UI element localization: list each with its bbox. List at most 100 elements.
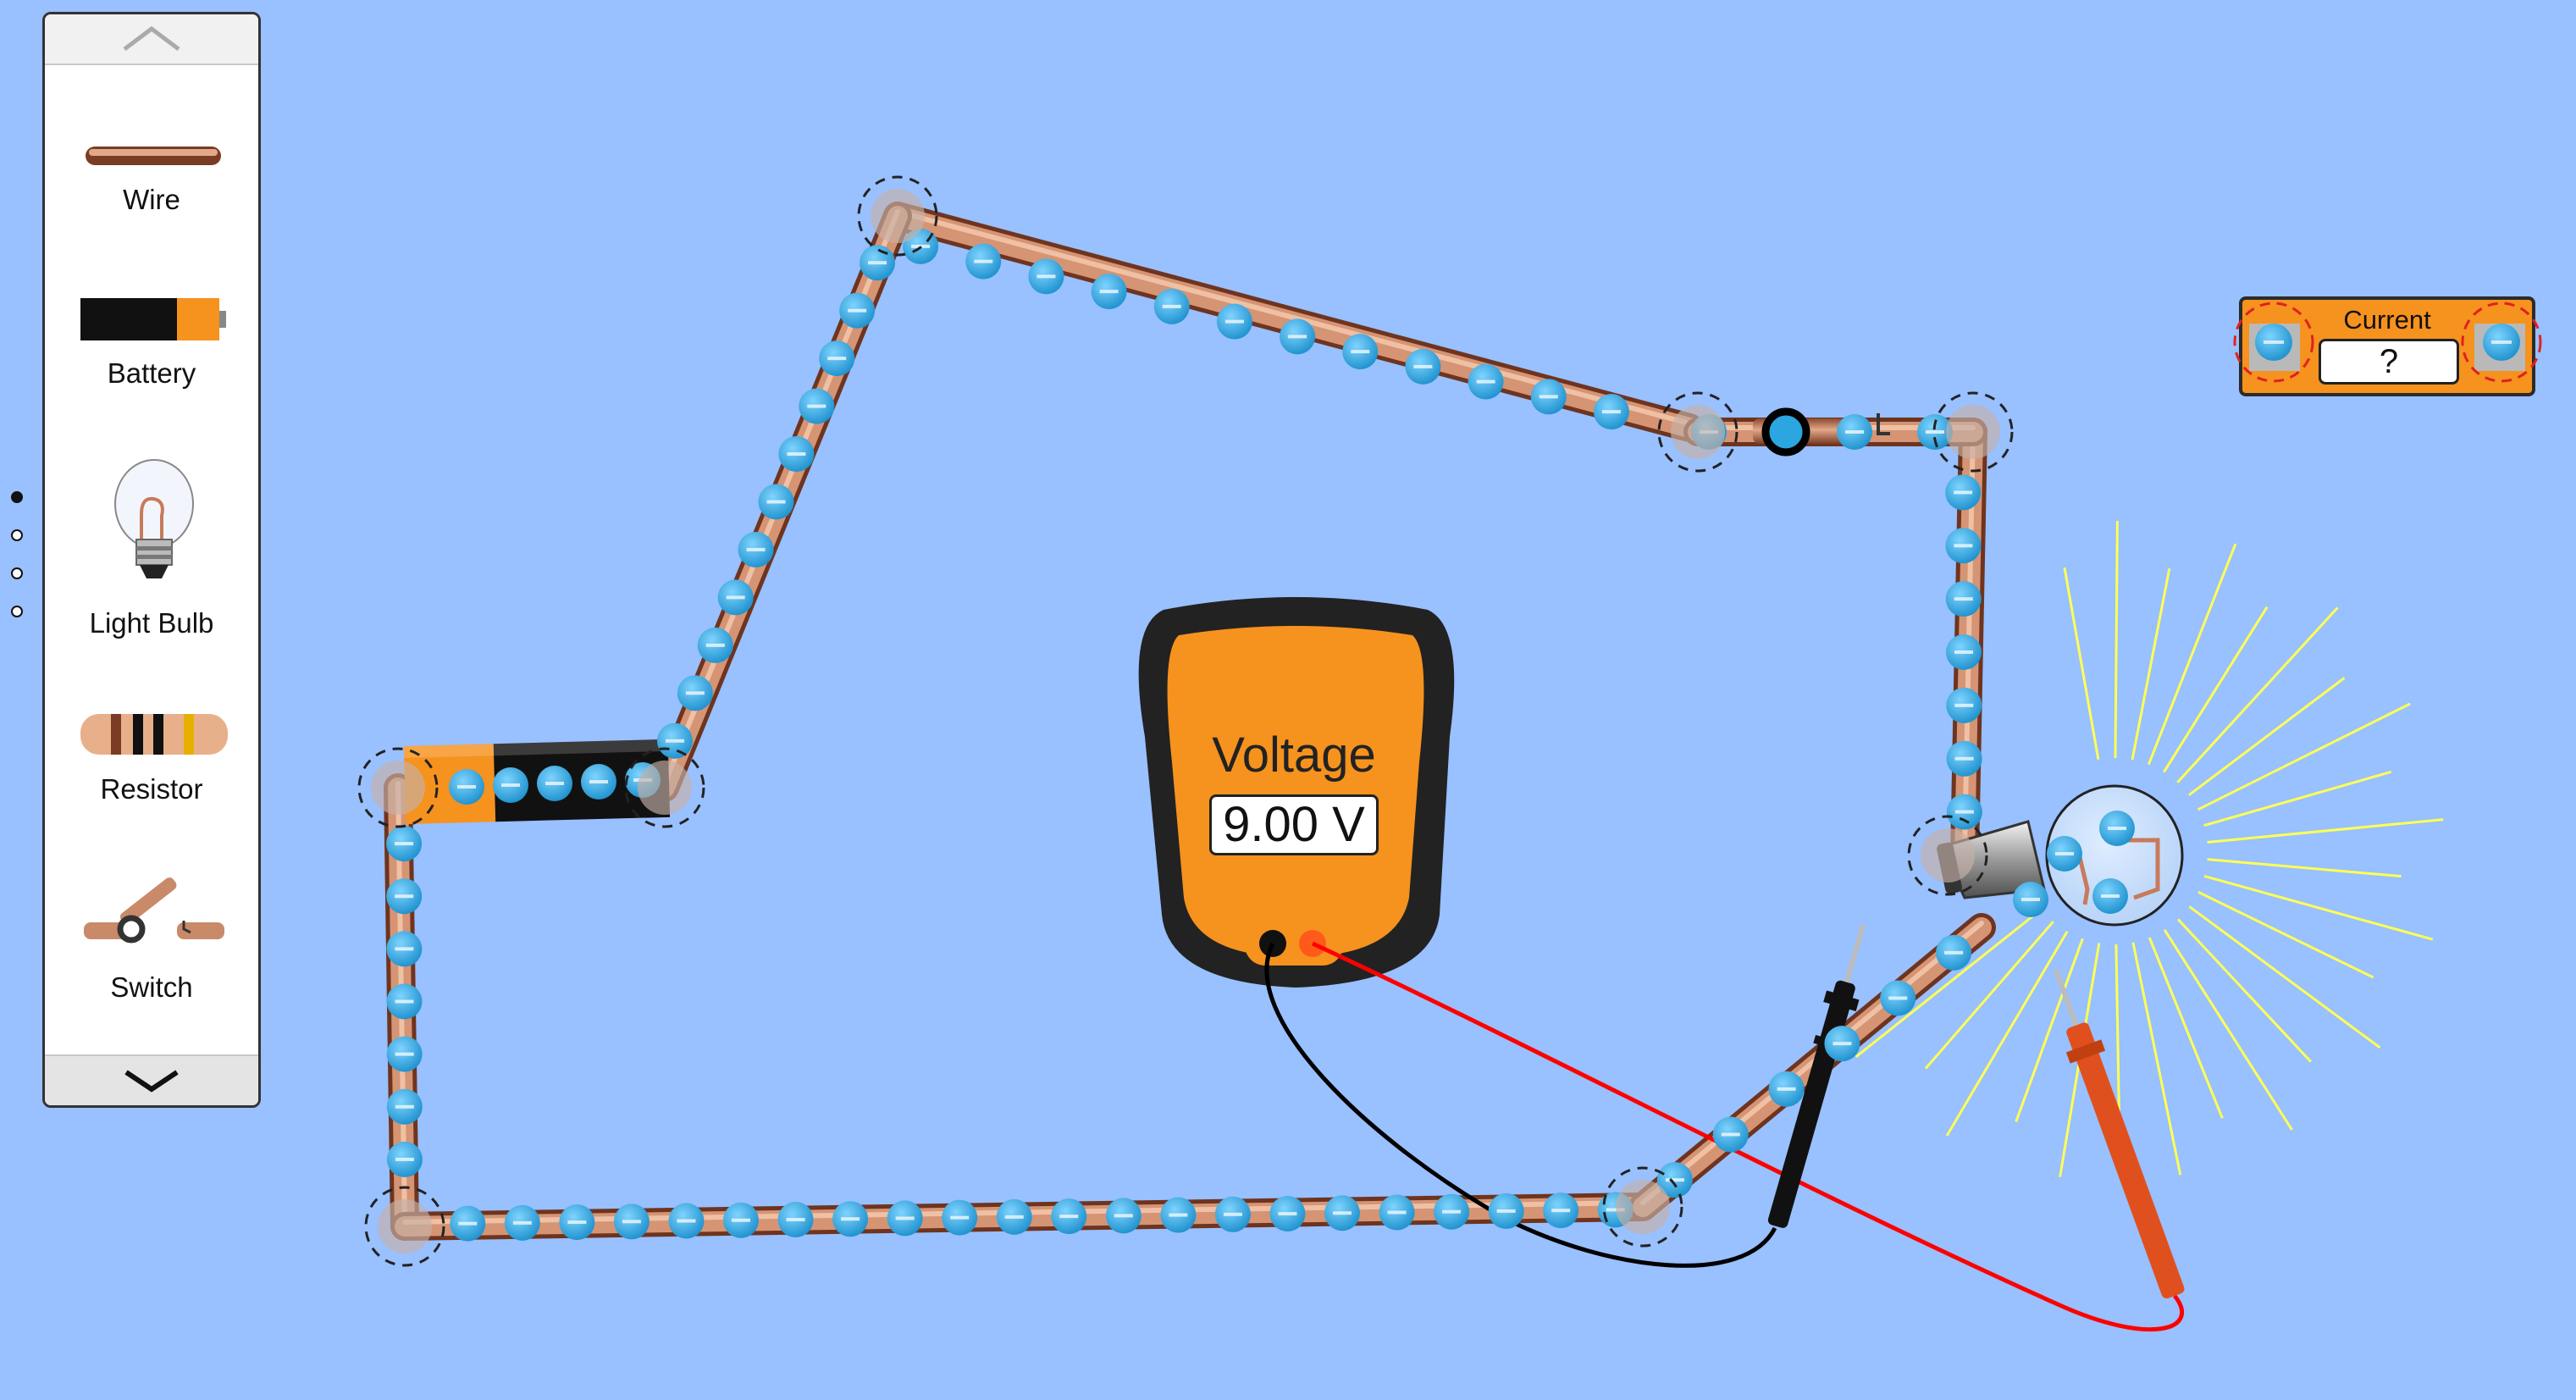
electron-charge-sign <box>1954 544 1973 548</box>
page-dot[interactable] <box>11 606 23 617</box>
electron-charge-sign <box>545 782 564 785</box>
electron-charge-sign <box>868 261 887 265</box>
electron-charge-sign <box>2101 894 2120 898</box>
light-ray <box>2063 567 2100 760</box>
electron-charge-sign <box>1496 1209 1516 1213</box>
page-indicator <box>11 491 31 644</box>
page-dot[interactable] <box>11 491 23 503</box>
electron-charge-sign <box>1954 703 1974 707</box>
electron-charge-sign <box>1954 490 1973 495</box>
toolbox-item-label: Light Bulb <box>89 607 214 639</box>
toolbox-item-switch[interactable]: Switch <box>45 877 258 1012</box>
wire-icon <box>86 147 221 165</box>
toolbox-scroll-down-button[interactable] <box>45 1054 258 1105</box>
electron-charge-sign <box>395 1157 414 1161</box>
electron-charge-sign <box>501 783 520 787</box>
light-ray <box>2131 567 2171 761</box>
light-ray <box>2114 521 2119 759</box>
light-ray <box>2203 770 2392 827</box>
switch-icon <box>84 877 224 943</box>
electron-charge-sign <box>685 691 705 695</box>
electron-charge-sign <box>1954 756 1974 761</box>
electron-charge-sign <box>1333 1211 1352 1215</box>
component-toolbox: Wire Battery Light Bulb Resistor Switch <box>42 12 261 1108</box>
electron-charge-sign <box>1036 274 1056 279</box>
toolbox-item-label: Resistor <box>100 773 203 805</box>
electron-charge-sign <box>1413 364 1433 368</box>
electron-charge-sign <box>786 1217 805 1221</box>
electron-charge-sign <box>726 595 745 600</box>
voltmeter-label: Voltage <box>1212 728 1376 783</box>
electron-charge-sign <box>458 1221 478 1226</box>
electron-charge-sign <box>1539 395 1558 399</box>
ammeter[interactable]: Current ? <box>2239 296 2535 396</box>
electron-charge-sign <box>848 308 867 313</box>
toolbox-item-label: Switch <box>110 971 193 1003</box>
electron-charge-sign <box>567 1220 587 1225</box>
electron-charge-sign <box>395 1104 414 1109</box>
electron-charge-sign <box>395 999 414 1004</box>
electron-charge-sign <box>974 259 993 263</box>
electron-charge-sign <box>950 1215 970 1220</box>
toolbox-item-wire[interactable]: Wire <box>45 123 258 233</box>
toolbox-item-light-bulb[interactable]: Light Bulb <box>45 455 258 650</box>
electron-charge-sign <box>787 452 806 457</box>
toolbox-scroll-up-button[interactable] <box>45 14 258 65</box>
toolbox-item-resistor[interactable]: Resistor <box>45 707 258 817</box>
electron-charge-sign <box>1601 410 1621 414</box>
junction-dot <box>1946 405 2000 459</box>
electron-charge-sign <box>1777 1087 1796 1091</box>
electron-charge-sign <box>705 643 725 647</box>
electron-charge-sign <box>1476 379 1495 384</box>
electron-charge-sign <box>841 1217 860 1221</box>
electron-charge-sign <box>1223 1212 1242 1216</box>
light-ray <box>2203 874 2434 941</box>
electron-charge-sign <box>1954 650 1973 654</box>
electron-charge-sign <box>1059 1215 1079 1219</box>
electron-charge-sign <box>457 785 476 789</box>
page-dot[interactable] <box>11 529 23 541</box>
resistor-icon <box>80 714 228 755</box>
electron-charge-sign <box>1351 350 1370 354</box>
light-ray <box>2147 543 2237 766</box>
toolbox-item-battery[interactable]: Battery <box>45 281 258 400</box>
ammeter-readout: ? <box>2319 339 2459 385</box>
electron-charge-sign <box>1954 810 1974 814</box>
electron-charge-sign <box>1004 1215 1024 1219</box>
toolbox-item-label: Wire <box>123 184 180 215</box>
electron-charge-sign <box>1845 430 1864 434</box>
junction-dot <box>1616 1180 1670 1234</box>
electron-charge-sign <box>1162 304 1181 308</box>
electron-charge-sign <box>1169 1213 1188 1217</box>
electron-charge-sign <box>2021 898 2040 901</box>
electron-charge-sign <box>732 1218 750 1222</box>
page-dot[interactable] <box>11 567 23 579</box>
electron-charge-sign <box>395 1052 414 1056</box>
electron-charge-sign <box>512 1220 532 1225</box>
electron-charge-sign <box>807 404 826 408</box>
electron-charge-sign <box>1926 430 1944 434</box>
light-ray <box>2176 606 2339 783</box>
electron-charge-sign <box>1551 1209 1571 1213</box>
junction-dot <box>871 189 925 243</box>
electron-charge-sign <box>589 780 608 783</box>
electron-charge-sign <box>766 500 786 504</box>
electron-charge-sign <box>1832 1042 1852 1046</box>
junction-dot <box>371 761 425 815</box>
red-probe[interactable] <box>2038 963 2192 1302</box>
electron-charge-sign <box>1665 1178 1684 1182</box>
chevron-down-icon <box>124 1070 179 1093</box>
electron-charge-sign <box>1954 597 1973 601</box>
junction-dot <box>638 761 692 815</box>
electron-charge-sign <box>395 842 414 846</box>
toolbox-item-label: Battery <box>107 357 196 389</box>
electron-charge-sign <box>1278 1212 1297 1216</box>
voltmeter-body[interactable] <box>1138 597 1455 988</box>
electron-charge-sign <box>665 739 684 743</box>
electron-charge-sign <box>827 357 847 361</box>
light-ray <box>2207 858 2402 878</box>
light-bulb-icon <box>114 459 194 578</box>
light-ray <box>2176 918 2312 1063</box>
electron-charge-sign <box>677 1219 696 1223</box>
voltmeter-readout: 9.00 V <box>1209 794 1379 855</box>
